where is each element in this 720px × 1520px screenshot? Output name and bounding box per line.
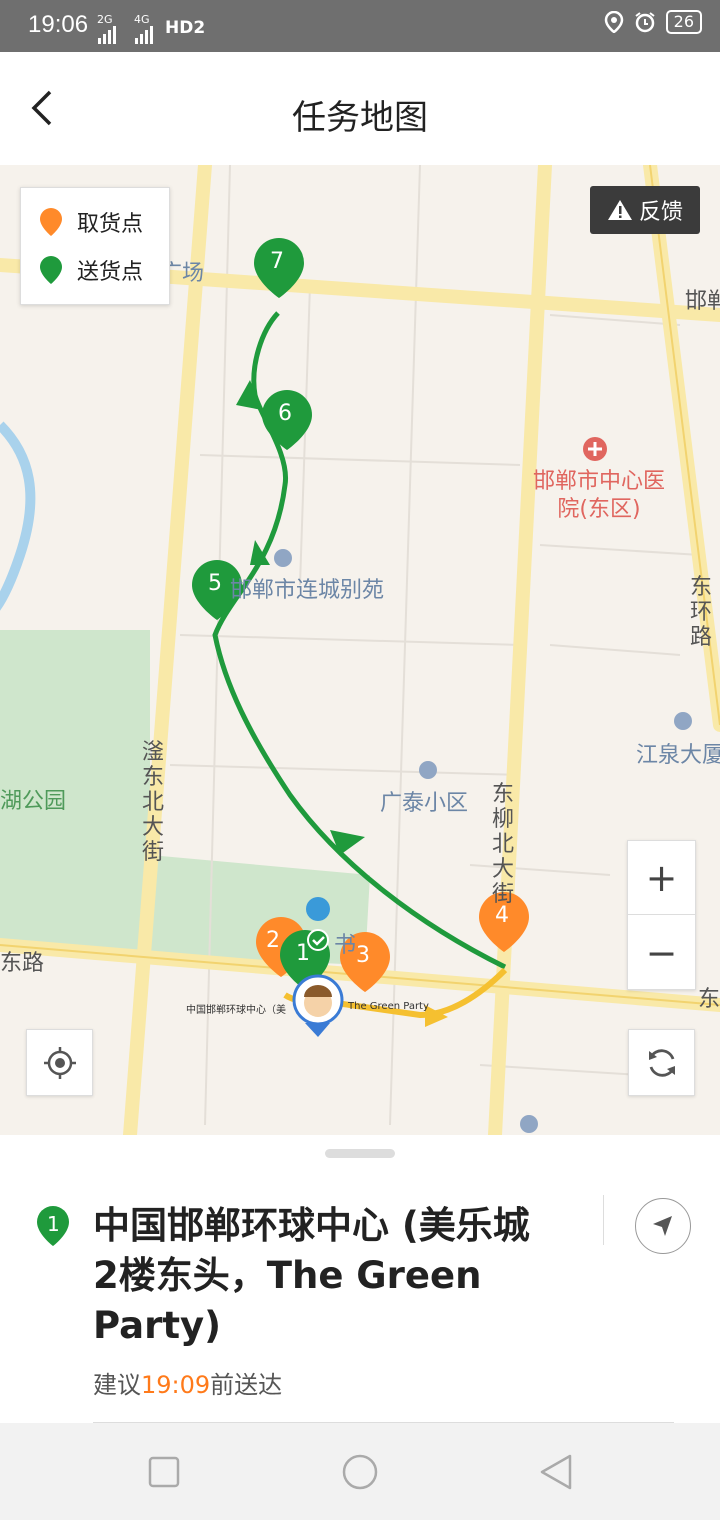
recent-apps-icon[interactable] xyxy=(148,1456,180,1488)
map-legend: 取货点 送货点 xyxy=(20,187,170,305)
crosshair-icon xyxy=(43,1046,76,1079)
map-label-guangtai: 广泰小区 xyxy=(380,791,469,816)
status-bar: 19:06 2G 4G HD2 26 xyxy=(0,0,720,52)
zoom-in-button[interactable]: + xyxy=(628,841,695,914)
building-icon-2 xyxy=(419,761,437,779)
hd-label: HD2 xyxy=(165,18,206,38)
map-label-hospital: 邯郸市中心医院(东区) xyxy=(532,469,665,522)
marker-7-label: 7 xyxy=(270,249,284,274)
map-label-east-ring: 东环路 xyxy=(690,575,713,650)
vertical-divider xyxy=(603,1195,604,1245)
page-title: 任务地图 xyxy=(292,98,428,138)
feedback-label: 反馈 xyxy=(638,200,683,225)
marker-2-label: 2 xyxy=(266,928,280,953)
legend-delivery: 送货点 xyxy=(39,254,143,286)
eta-time: 19:09 xyxy=(141,1371,211,1399)
alarm-icon xyxy=(635,12,655,33)
legend-pickup: 取货点 xyxy=(39,206,143,238)
eta-suffix: 前送达 xyxy=(210,1371,283,1399)
map-label-top-right: 邯郸 xyxy=(685,289,720,314)
feedback-button[interactable]: 反馈 xyxy=(590,186,700,234)
marker-6-label: 6 xyxy=(278,401,292,426)
task-map[interactable]: 7 6 5 2 3 4 1 广场 邯郸 邯郸市中心医院(东区) 邯郸市连城别苑 … xyxy=(0,165,720,1135)
delivery-pin-icon xyxy=(40,256,62,284)
status-time: 19:06 xyxy=(28,11,89,38)
map-label-jiangquan: 江泉大厦 xyxy=(636,743,720,768)
legend-delivery-label: 送货点 xyxy=(77,260,144,285)
refresh-button[interactable] xyxy=(628,1029,695,1096)
river xyxy=(0,421,36,611)
status-right: 26 xyxy=(604,10,702,34)
marker-1-label: 1 xyxy=(296,941,310,966)
zoom-out-button[interactable]: − xyxy=(628,916,695,989)
zoom-controls: + − xyxy=(627,840,696,990)
map-canvas xyxy=(0,165,720,1135)
eta-prefix: 建议 xyxy=(93,1371,141,1399)
signal-icon xyxy=(98,26,116,44)
delivery-address: 中国邯郸环球中心 (美乐城2楼东头，The Green Party) xyxy=(93,1204,530,1347)
stop-number: 1 xyxy=(47,1212,60,1236)
map-label-dongliu-road: 东柳北大街 xyxy=(492,782,515,907)
check-badge xyxy=(307,929,329,951)
location-icon xyxy=(604,11,623,33)
map-label-right-road: 东 xyxy=(698,987,720,1012)
signal-2g-label: 2G xyxy=(97,13,113,26)
building-icon-3 xyxy=(674,712,692,730)
map-label-mall-small: 中国邯郸环球中心（美 xyxy=(186,1005,286,1016)
signal-icon-2 xyxy=(135,26,153,44)
building-icon-4 xyxy=(520,1115,538,1133)
book-store-icon xyxy=(306,897,330,921)
sheet-handle[interactable] xyxy=(325,1149,395,1158)
map-label-fuyang-road: 滏东北大街 xyxy=(142,740,165,865)
building-icon xyxy=(274,549,292,567)
map-label-park: 龙湖公园 xyxy=(0,789,67,814)
battery-indicator: 26 xyxy=(665,10,702,34)
eta-text: 建议19:09前送达 xyxy=(93,1365,282,1400)
map-label-party-small: The Green Party xyxy=(348,1001,429,1012)
route-arrow-3 xyxy=(236,380,262,410)
zoom-divider xyxy=(628,914,695,915)
home-icon[interactable] xyxy=(341,1453,379,1491)
marker-5-label: 5 xyxy=(208,571,222,596)
warning-icon xyxy=(607,200,632,220)
map-label-villa: 邯郸市连城别苑 xyxy=(230,578,385,603)
map-label-left-road: 东路 xyxy=(0,951,45,976)
signal-4g-label: 4G xyxy=(134,13,150,26)
navigate-button[interactable] xyxy=(635,1198,691,1254)
back-nav-icon[interactable] xyxy=(538,1453,574,1491)
map-label-bookstore: 书 xyxy=(334,933,357,958)
legend-pickup-label: 取货点 xyxy=(77,212,144,237)
navigate-arrow-icon xyxy=(653,1216,672,1236)
refresh-icon xyxy=(648,1048,675,1077)
task-detail-sheet: 1 中国邯郸环球中心 (美乐城2楼东头，The Green Party) 建议1… xyxy=(0,1135,720,1423)
header: 任务地图 xyxy=(0,52,720,165)
pickup-pin-icon xyxy=(40,208,62,236)
marker-3-label: 3 xyxy=(356,943,370,968)
locate-button[interactable] xyxy=(26,1029,93,1096)
system-nav-bar xyxy=(0,1423,720,1520)
